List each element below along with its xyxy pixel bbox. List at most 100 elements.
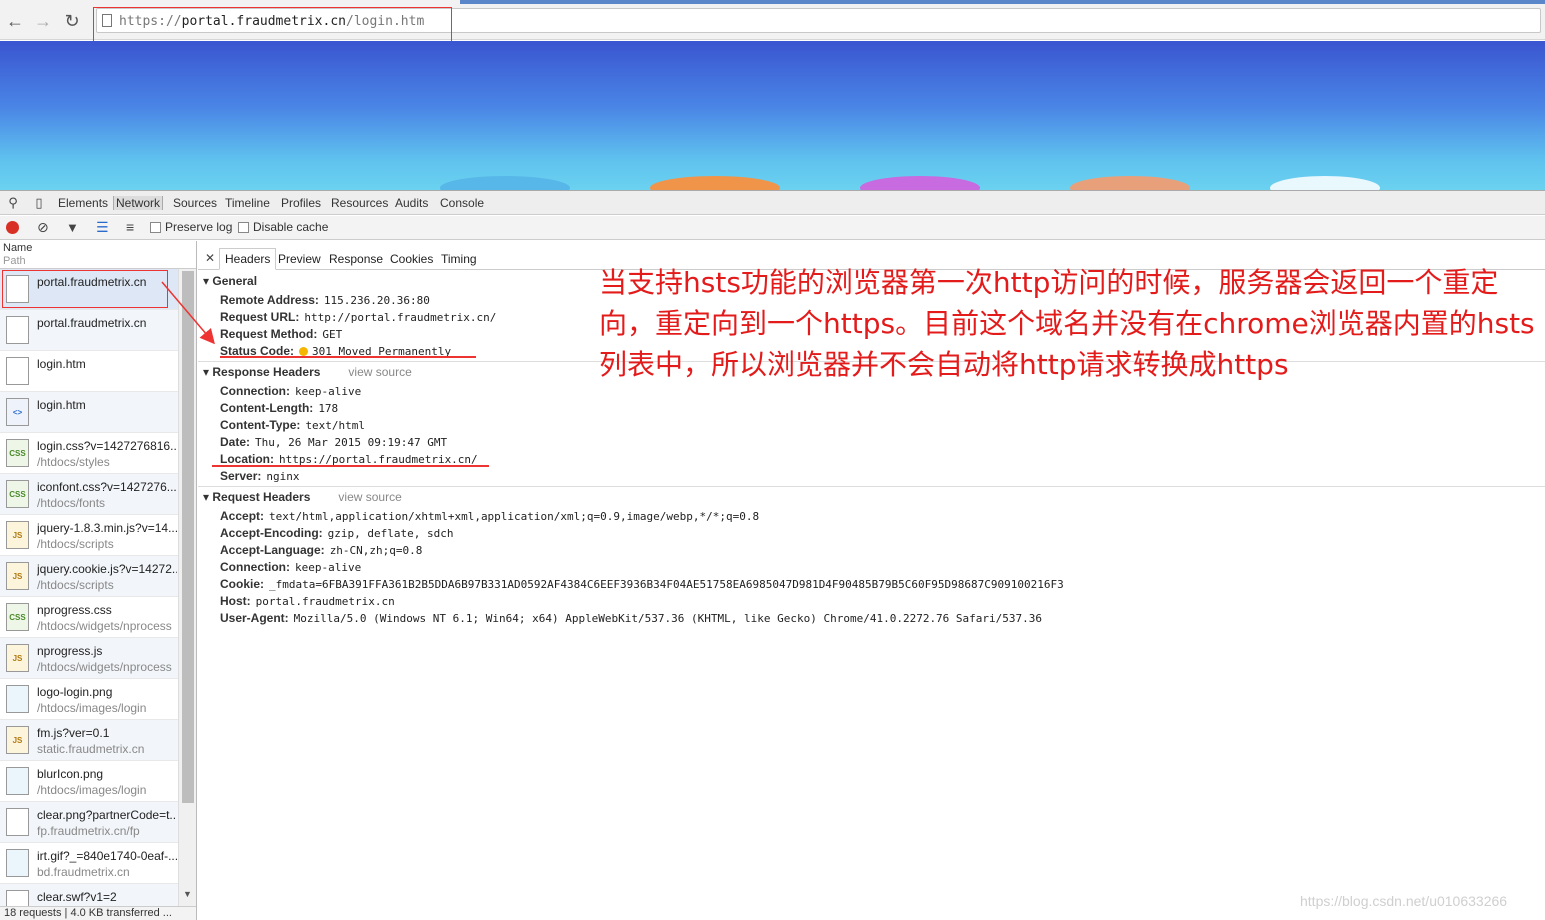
css-file-icon: CSS bbox=[6, 439, 29, 467]
header-row: Content-Length: 178 bbox=[220, 401, 338, 415]
disable-cache-checkbox[interactable]: Disable cache bbox=[238, 220, 328, 234]
view-source-link[interactable]: view source bbox=[348, 365, 411, 379]
header-value: 178 bbox=[318, 402, 339, 415]
record-icon[interactable] bbox=[6, 221, 19, 234]
divider bbox=[198, 486, 1545, 487]
tab-sources[interactable]: Sources bbox=[173, 196, 217, 210]
request-name: irt.gif?_=840e1740-0eaf-... bbox=[37, 849, 177, 863]
decorative-shape bbox=[440, 176, 570, 190]
request-row[interactable]: JS jquery.cookie.js?v=14272... /htdocs/scr… bbox=[0, 556, 178, 597]
request-row[interactable]: logo-login.png/htdocs/images/login bbox=[0, 679, 178, 720]
request-path: fp.fraudmetrix.cn/fp bbox=[37, 824, 140, 838]
request-row[interactable]: JS fm.js?ver=0.1 static.fraudmetrix.cn bbox=[0, 720, 178, 761]
reload-icon[interactable]: ↻ bbox=[62, 11, 82, 31]
header-key: Cookie: bbox=[220, 577, 265, 591]
request-name: fm.js?ver=0.1 bbox=[37, 726, 110, 740]
scroll-down-icon[interactable]: ▼ bbox=[183, 889, 192, 899]
header-key: Accept-Encoding: bbox=[220, 526, 323, 540]
header-value: zh-CN,zh;q=0.8 bbox=[329, 544, 423, 557]
tab-cookies[interactable]: Cookies bbox=[390, 252, 433, 266]
scrollbar-thumb[interactable] bbox=[182, 271, 194, 803]
view-source-link[interactable]: view source bbox=[338, 490, 401, 504]
header-row: Cookie: _fmdata=6FBA391FFA361B2B5DDA6B97B… bbox=[220, 577, 1064, 591]
tab-headers[interactable]: Headers bbox=[219, 248, 277, 270]
tab-console[interactable]: Console bbox=[440, 196, 484, 210]
request-row[interactable]: portal.fraudmetrix.cn bbox=[0, 310, 178, 351]
document-icon bbox=[6, 316, 29, 344]
general-row: Remote Address: 115.236.20.36:80 bbox=[220, 293, 430, 307]
tab-response[interactable]: Response bbox=[329, 252, 383, 266]
header-value: gzip, deflate, sdch bbox=[327, 527, 454, 540]
header-key: Accept: bbox=[220, 509, 265, 523]
header-value: GET bbox=[322, 328, 343, 341]
header-key: Content-Length: bbox=[220, 401, 314, 415]
header-row: Location: https://portal.fraudmetrix.cn/ bbox=[220, 452, 478, 466]
tab-elements[interactable]: Elements bbox=[58, 196, 108, 210]
status-underline bbox=[220, 356, 476, 358]
tab-strip-edge bbox=[460, 0, 1545, 4]
general-section-toggle[interactable]: ▾ General bbox=[203, 274, 257, 288]
network-toolbar: ⊘ ▼ ☰ ≡ Preserve log Disable cache bbox=[0, 216, 1545, 240]
header-value: text/html,application/xhtml+xml,applicat… bbox=[269, 510, 760, 523]
request-row[interactable]: CSS iconfont.css?v=1427276... /htdocs/font… bbox=[0, 474, 178, 515]
request-summary: 18 requests | 4.0 KB transferred ... bbox=[0, 906, 196, 920]
request-row[interactable]: JS nprogress.js/htdocs/widgets/nprocess bbox=[0, 638, 178, 679]
header-key: Date: bbox=[220, 435, 251, 449]
response-headers-toggle[interactable]: ▾ Response Headers view source bbox=[203, 365, 412, 379]
header-row: Accept-Encoding: gzip, deflate, sdch bbox=[220, 526, 454, 540]
header-key: Host: bbox=[220, 594, 251, 608]
devtools-tab-bar: ⚲ ▯ Elements Network Sources Timeline Pr… bbox=[0, 190, 1545, 215]
request-row[interactable]: irt.gif?_=840e1740-0eaf-... bd.fraudmetri… bbox=[0, 843, 178, 884]
preserve-log-checkbox[interactable]: Preserve log bbox=[150, 220, 232, 234]
clear-icon[interactable]: ⊘ bbox=[37, 220, 49, 234]
header-key: Connection: bbox=[220, 384, 290, 398]
checkbox-box[interactable] bbox=[238, 221, 249, 233]
request-name: blurIcon.png bbox=[37, 767, 104, 781]
request-name: iconfont.css?v=1427276... bbox=[37, 480, 177, 494]
inspect-search-icon[interactable]: ⚲ bbox=[5, 195, 21, 211]
location-underline bbox=[212, 465, 489, 467]
tab-profiles[interactable]: Profiles bbox=[281, 196, 321, 210]
header-value: _fmdata=6FBA391FFA361B2B5DDA6B97B331AD05… bbox=[269, 578, 1064, 591]
request-row[interactable]: <> login.htm bbox=[0, 392, 178, 433]
filter-icon[interactable]: ▼ bbox=[66, 220, 79, 235]
list-view-icon[interactable]: ☰ bbox=[96, 219, 109, 236]
tab-network[interactable]: Network bbox=[113, 196, 164, 210]
request-row[interactable]: blurIcon.png/htdocs/images/login bbox=[0, 761, 178, 802]
css-file-icon: CSS bbox=[6, 480, 29, 508]
forward-arrow-icon[interactable]: → bbox=[33, 11, 53, 31]
tab-audits[interactable]: Audits bbox=[395, 196, 428, 210]
request-headers-toggle[interactable]: ▾ Request Headers view source bbox=[203, 490, 402, 504]
tab-timing[interactable]: Timing bbox=[441, 252, 477, 266]
request-row[interactable]: CSS login.css?v=1427276816... /htdocs/styl… bbox=[0, 433, 178, 474]
device-mode-icon[interactable]: ▯ bbox=[31, 195, 47, 211]
request-row[interactable]: CSS nprogress.css/htdocs/widgets/nprocess bbox=[0, 597, 178, 638]
request-path: /htdocs/images/login bbox=[37, 701, 147, 715]
request-name: portal.fraudmetrix.cn bbox=[37, 316, 147, 330]
tab-timeline[interactable]: Timeline bbox=[225, 196, 270, 210]
decorative-shape bbox=[650, 176, 780, 190]
scrollbar[interactable]: ▼ bbox=[178, 269, 196, 920]
request-row[interactable]: clear.png?partnerCode=t... fp.fraudmetrix… bbox=[0, 802, 178, 843]
header-row: Date: Thu, 26 Mar 2015 09:19:47 GMT bbox=[220, 435, 447, 449]
document-icon: <> bbox=[6, 398, 29, 426]
general-row: Request Method: GET bbox=[220, 327, 342, 341]
checkbox-box[interactable] bbox=[150, 221, 161, 233]
image-file-icon bbox=[6, 849, 29, 877]
tab-preview[interactable]: Preview bbox=[278, 252, 321, 266]
request-list-header[interactable]: Name Path bbox=[0, 241, 196, 269]
request-row[interactable]: JS jquery-1.8.3.min.js?v=14... /htdocs/scr… bbox=[0, 515, 178, 556]
tab-resources[interactable]: Resources bbox=[331, 196, 388, 210]
column-name[interactable]: Name bbox=[3, 242, 32, 254]
request-name: clear.png?partnerCode=t... bbox=[37, 808, 177, 822]
url-highlight-box bbox=[93, 7, 452, 44]
request-row[interactable]: login.htm bbox=[0, 351, 178, 392]
status-indicator-icon bbox=[299, 347, 309, 356]
close-icon[interactable]: ✕ bbox=[205, 251, 215, 265]
waterfall-icon[interactable]: ≡ bbox=[126, 219, 134, 235]
decorative-shape bbox=[1070, 176, 1190, 190]
back-arrow-icon[interactable]: ← bbox=[5, 11, 25, 31]
request-name: login.htm bbox=[37, 398, 86, 412]
request-name: nprogress.js bbox=[37, 644, 103, 658]
header-value: 115.236.20.36:80 bbox=[323, 294, 430, 307]
